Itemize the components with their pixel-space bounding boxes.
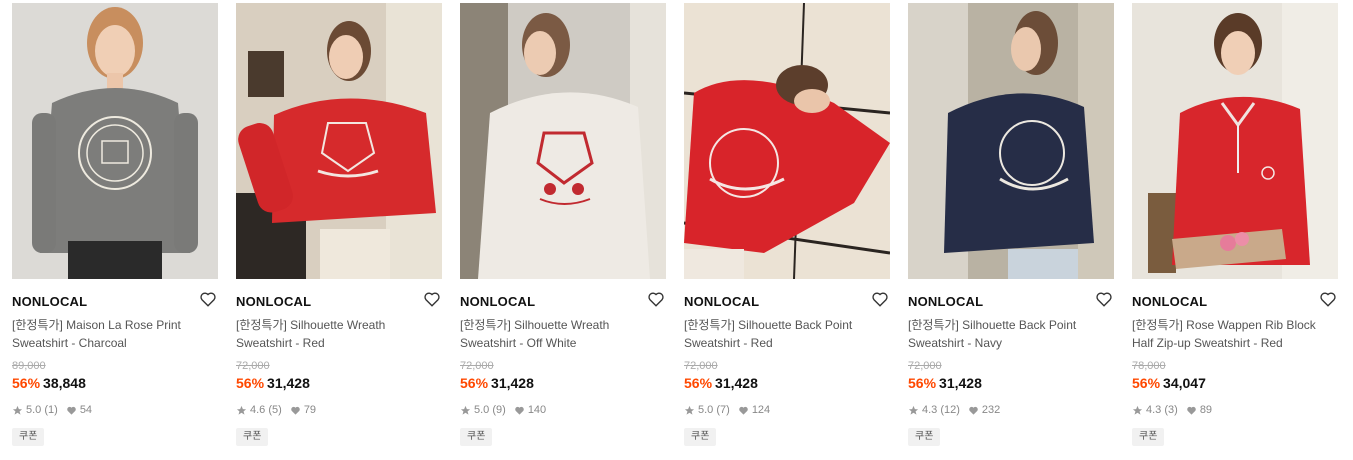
wishlist-heart-icon[interactable] <box>423 290 441 308</box>
product-meta: 5.0 (1) 54 <box>12 404 92 416</box>
product-meta: 5.0 (9) 140 <box>460 404 546 416</box>
likes: 79 <box>290 404 316 416</box>
coupon-badge: 쿠폰 <box>908 428 941 446</box>
like-count: 79 <box>303 404 317 416</box>
wishlist-heart-icon[interactable] <box>199 290 217 308</box>
rating-value: 5.0 <box>698 404 714 416</box>
star-icon <box>908 405 919 415</box>
sale-price: 34,047 <box>1163 375 1206 391</box>
price-row: 56% 31,428 <box>908 375 982 391</box>
product-title[interactable]: [한정특가] Rose Wappen Rib Block Half Zip-up… <box>1132 316 1332 352</box>
discount-rate: 56% <box>236 375 265 391</box>
product-image[interactable] <box>236 3 442 279</box>
likes: 89 <box>1186 404 1212 416</box>
heart-filled-icon <box>291 406 300 415</box>
like-count: 89 <box>1199 404 1213 416</box>
price-row: 56% 34,047 <box>1132 375 1206 391</box>
price-row: 56% 31,428 <box>684 375 758 391</box>
sale-price: 31,428 <box>491 375 534 391</box>
rating-value: 4.3 <box>922 404 938 416</box>
sale-price: 31,428 <box>267 375 310 391</box>
product-grid: NONLOCAL [한정특가] Maison La Rose Print Swe… <box>0 0 1353 460</box>
product-image[interactable] <box>460 3 666 279</box>
coupon-badge: 쿠폰 <box>12 428 45 446</box>
review-count: (1) <box>44 404 58 416</box>
review-count: (9) <box>492 404 506 416</box>
brand-name[interactable]: NONLOCAL <box>908 294 983 309</box>
product-meta: 5.0 (7) 124 <box>684 404 770 416</box>
review-count: (3) <box>1164 404 1178 416</box>
review-count: (5) <box>268 404 282 416</box>
wishlist-heart-icon[interactable] <box>1095 290 1113 308</box>
rating-value: 4.6 <box>250 404 266 416</box>
star-icon <box>236 405 247 415</box>
review-count: (7) <box>716 404 730 416</box>
star-icon <box>1132 405 1143 415</box>
wishlist-heart-icon[interactable] <box>1319 290 1337 308</box>
price-row: 56% 38,848 <box>12 375 86 391</box>
likes: 54 <box>66 404 92 416</box>
wishlist-heart-icon[interactable] <box>871 290 889 308</box>
rating-value: 5.0 <box>474 404 490 416</box>
sale-price: 38,848 <box>43 375 86 391</box>
discount-rate: 56% <box>684 375 713 391</box>
original-price: 78,000 <box>1132 360 1166 372</box>
sale-price: 31,428 <box>715 375 758 391</box>
product-title[interactable]: [한정특가] Silhouette Wreath Sweatshirt - Of… <box>460 316 660 352</box>
heart-filled-icon <box>515 406 524 415</box>
original-price: 72,000 <box>460 360 494 372</box>
likes: 140 <box>514 404 546 416</box>
price-row: 56% 31,428 <box>236 375 310 391</box>
brand-name[interactable]: NONLOCAL <box>460 294 535 309</box>
product-title[interactable]: [한정특가] Silhouette Back Point Sweatshirt … <box>908 316 1108 352</box>
brand-name[interactable]: NONLOCAL <box>684 294 759 309</box>
heart-filled-icon <box>969 406 978 415</box>
star-icon <box>684 405 695 415</box>
coupon-badge: 쿠폰 <box>1132 428 1165 446</box>
rating-value: 4.3 <box>1146 404 1162 416</box>
product-image[interactable] <box>908 3 1114 279</box>
product-meta: 4.3 (3) 89 <box>1132 404 1212 416</box>
heart-filled-icon <box>1187 406 1196 415</box>
brand-name[interactable]: NONLOCAL <box>236 294 311 309</box>
discount-rate: 56% <box>908 375 937 391</box>
brand-name[interactable]: NONLOCAL <box>12 294 87 309</box>
sale-price: 31,428 <box>939 375 982 391</box>
star-icon <box>12 405 23 415</box>
like-count: 54 <box>79 404 93 416</box>
coupon-badge: 쿠폰 <box>236 428 269 446</box>
like-count: 140 <box>527 404 547 416</box>
like-count: 232 <box>981 404 1001 416</box>
coupon-badge: 쿠폰 <box>684 428 717 446</box>
heart-filled-icon <box>67 406 76 415</box>
likes: 124 <box>738 404 770 416</box>
wishlist-heart-icon[interactable] <box>647 290 665 308</box>
heart-filled-icon <box>739 406 748 415</box>
discount-rate: 56% <box>12 375 41 391</box>
likes: 232 <box>968 404 1000 416</box>
rating-value: 5.0 <box>26 404 42 416</box>
product-image[interactable] <box>12 3 218 279</box>
price-row: 56% 31,428 <box>460 375 534 391</box>
product-meta: 4.6 (5) 79 <box>236 404 316 416</box>
product-title[interactable]: [한정특가] Silhouette Wreath Sweatshirt - Re… <box>236 316 436 352</box>
product-image[interactable] <box>684 3 890 279</box>
original-price: 72,000 <box>236 360 270 372</box>
original-price: 72,000 <box>684 360 718 372</box>
product-meta: 4.3 (12) 232 <box>908 404 1000 416</box>
product-title[interactable]: [한정특가] Maison La Rose Print Sweatshirt -… <box>12 316 212 352</box>
coupon-badge: 쿠폰 <box>460 428 493 446</box>
product-title[interactable]: [한정특가] Silhouette Back Point Sweatshirt … <box>684 316 884 352</box>
star-icon <box>460 405 471 415</box>
product-image[interactable] <box>1132 3 1338 279</box>
brand-name[interactable]: NONLOCAL <box>1132 294 1207 309</box>
discount-rate: 56% <box>460 375 489 391</box>
like-count: 124 <box>751 404 771 416</box>
original-price: 89,000 <box>12 360 46 372</box>
review-count: (12) <box>940 404 960 416</box>
original-price: 72,000 <box>908 360 942 372</box>
discount-rate: 56% <box>1132 375 1161 391</box>
